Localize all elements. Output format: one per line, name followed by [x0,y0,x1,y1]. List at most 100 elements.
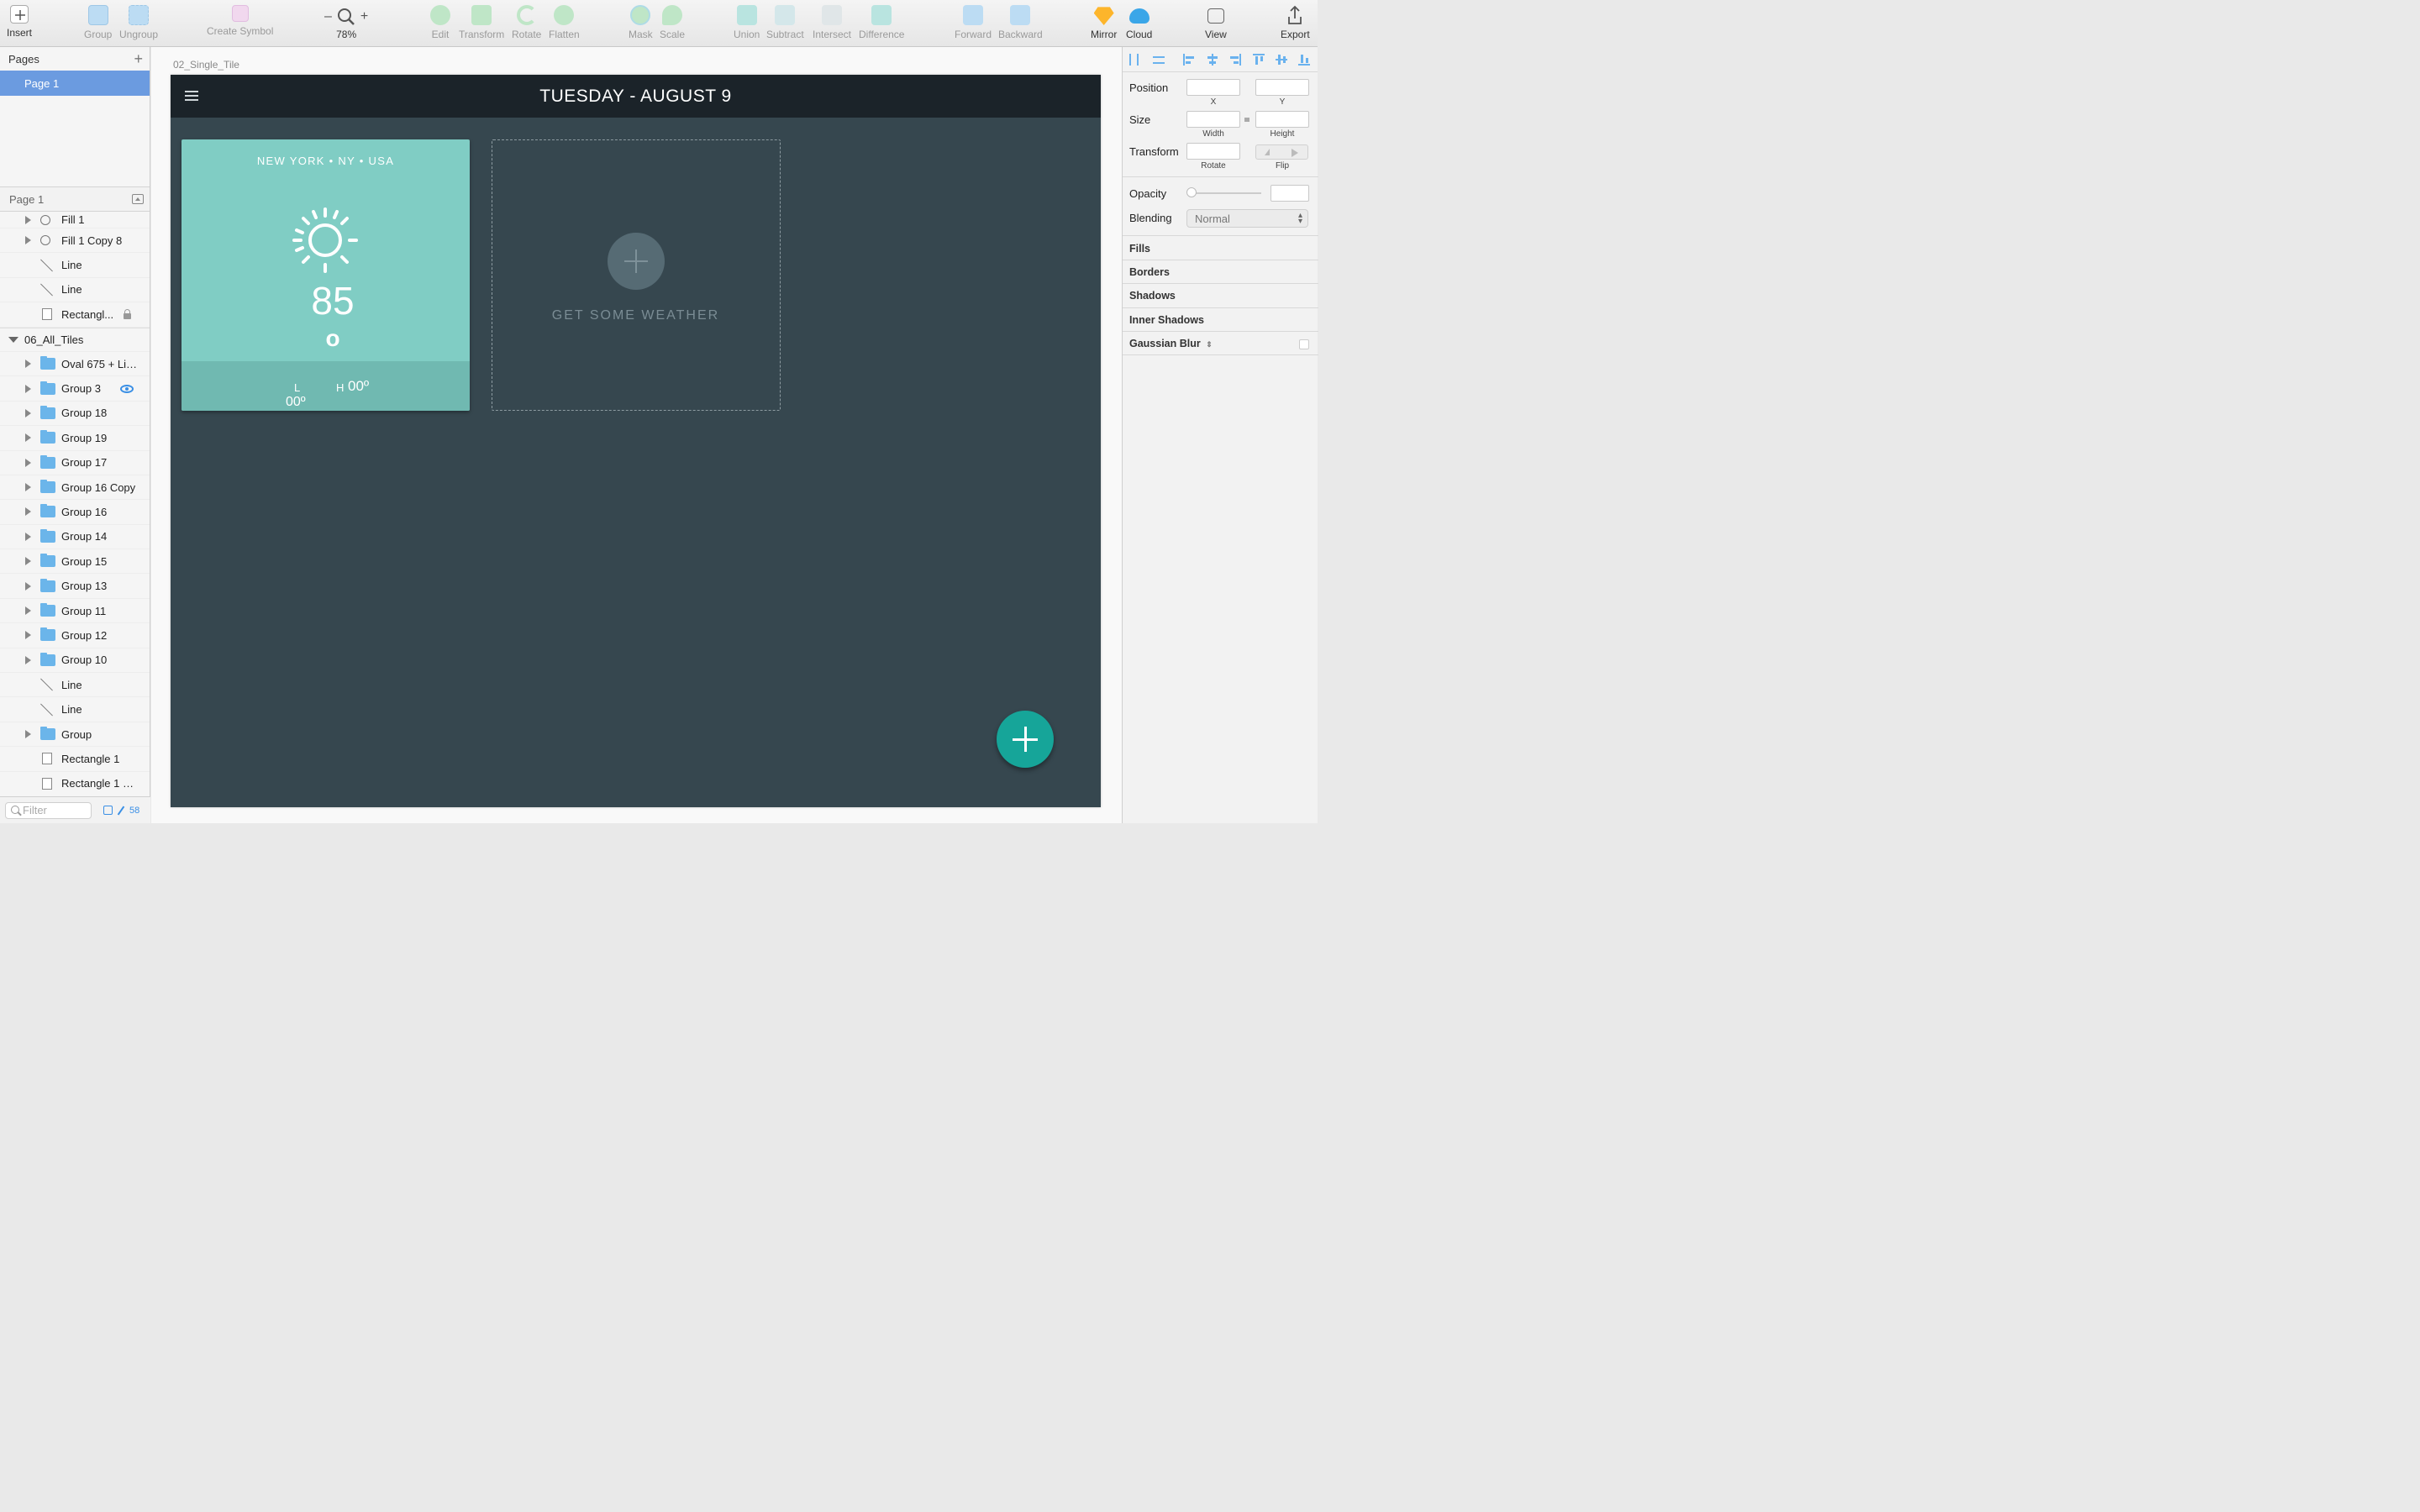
difference-button[interactable]: Difference [859,5,904,44]
distribute-horizontal-icon[interactable] [1128,54,1140,66]
disclosure-arrow-icon[interactable] [25,507,31,517]
scale-button[interactable]: Scale [660,5,685,44]
align-center-icon[interactable] [1207,54,1218,66]
layer-row[interactable]: Group 19 [0,426,150,451]
layer-row[interactable]: Group 16 Copy [0,475,150,501]
disclosure-arrow-icon[interactable] [25,532,31,541]
cloud-button[interactable]: Cloud [1126,5,1152,44]
flip-buttons[interactable] [1255,144,1308,160]
slices-filter-icon[interactable] [117,806,125,815]
layer-row[interactable]: Rectangl... [0,302,150,328]
opacity-field[interactable] [1270,185,1309,202]
layer-row[interactable]: Oval 675 + Lin... [0,352,150,377]
position-y-field[interactable] [1255,79,1309,96]
canvas[interactable]: 02_Single_Tile TUESDAY - AUGUST 9 NEW YO… [151,47,1122,823]
flatten-button[interactable]: Flatten [549,5,580,44]
layer-row[interactable]: Group 17 [0,451,150,475]
transform-button[interactable]: Transform [459,5,504,44]
disclosure-arrow-icon[interactable] [25,384,31,393]
page-item-1[interactable]: Page 1 [0,71,150,96]
disclosure-arrow-icon[interactable] [25,557,31,566]
add-fab-button[interactable] [997,711,1054,768]
export-button[interactable]: Export [1281,5,1310,44]
blending-select[interactable]: Normal ▴ ▾ [1186,209,1308,228]
layer-row[interactable]: Group 11 [0,599,150,624]
gaussian-blur-checkbox[interactable] [1299,339,1309,349]
forward-button[interactable]: Forward [955,5,992,44]
align-top-icon[interactable] [1253,54,1265,66]
weather-tile[interactable]: NEW YORK • NY • USA 85 o L 00º H 00º [182,139,470,411]
backward-button[interactable]: Backward [998,5,1043,44]
lock-icon[interactable] [124,309,131,320]
align-right-icon[interactable] [1229,54,1241,66]
disclosure-arrow-icon[interactable] [25,581,31,591]
disclosure-arrow-icon[interactable] [25,655,31,664]
position-x-field[interactable] [1186,79,1240,96]
layer-row[interactable]: Rectangle 1 [0,747,150,772]
align-left-icon[interactable] [1183,54,1195,66]
union-button[interactable]: Union [734,5,760,44]
mirror-button[interactable]: Mirror [1091,5,1117,44]
layer-row[interactable]: Group 3 [0,376,150,402]
add-location-icon[interactable] [608,233,665,290]
opacity-slider-handle[interactable] [1186,187,1197,197]
artboard[interactable]: TUESDAY - AUGUST 9 NEW YORK • NY • USA 8… [171,75,1101,807]
layer-row[interactable]: Line [0,673,150,698]
layer-row[interactable]: Line [0,697,150,722]
disclosure-arrow-icon[interactable] [25,483,31,492]
disclosure-arrow-icon[interactable] [25,458,31,467]
edit-button[interactable]: Edit [430,5,450,44]
disclosure-arrow-icon[interactable] [25,433,31,443]
layer-row[interactable]: Group 14 [0,525,150,550]
disclosure-arrow-icon[interactable] [25,730,31,738]
layer-row[interactable]: Group 16 [0,500,150,525]
disclosure-arrow-icon[interactable] [25,408,31,417]
symbols-filter-icon[interactable] [103,806,113,815]
layer-row[interactable]: Group 10 [0,648,150,674]
empty-tile[interactable]: GET SOME WEATHER [492,139,781,411]
width-field[interactable] [1186,111,1240,128]
eye-icon[interactable] [120,384,134,393]
fills-section[interactable]: Fills [1129,243,1150,255]
layer-row[interactable]: Group [0,722,150,748]
layer-row[interactable]: Group 13 [0,574,150,599]
collapse-icon[interactable] [132,194,144,204]
layer-row[interactable]: Group 18 [0,402,150,427]
disclosure-arrow-icon[interactable] [8,336,18,343]
rotate-button[interactable]: Rotate [512,5,541,44]
artboard-label[interactable]: 02_Single_Tile [173,59,239,71]
layer-row[interactable]: Group 12 [0,623,150,648]
create-symbol-button[interactable]: Create Symbol [207,5,273,44]
distribute-vertical-icon[interactable] [1153,54,1165,66]
borders-section[interactable]: Borders [1129,266,1170,278]
view-button[interactable]: View [1205,5,1227,44]
layer-row[interactable]: Fill 1 Copy 8 [0,228,150,254]
inner-shadows-section[interactable]: Inner Shadows [1129,314,1204,326]
group-button[interactable]: Group [84,5,112,44]
intersect-button[interactable]: Intersect [813,5,851,44]
align-middle-icon[interactable] [1276,54,1287,66]
ungroup-button[interactable]: Ungroup [119,5,158,44]
layer-row[interactable]: Line [0,253,150,278]
shadows-section[interactable]: Shadows [1129,290,1176,302]
layer-row[interactable]: Rectangle 1 Co... [0,772,150,795]
layer-row[interactable]: Line [0,278,150,303]
rotate-field[interactable] [1186,143,1240,160]
gaussian-blur-section[interactable]: Gaussian Blur ⇕ [1129,338,1213,349]
disclosure-arrow-icon[interactable] [25,215,31,224]
layer-row[interactable]: Fill 1 [0,212,150,228]
blur-type-arrows-icon[interactable]: ⇕ [1206,340,1213,349]
align-bottom-icon[interactable] [1298,54,1310,66]
disclosure-arrow-icon[interactable] [25,606,31,616]
mask-button[interactable]: Mask [629,5,653,44]
subtract-button[interactable]: Subtract [766,5,804,44]
disclosure-arrow-icon[interactable] [25,631,31,640]
opacity-slider[interactable] [1188,192,1261,194]
layer-row[interactable]: Group 15 [0,549,150,575]
artboard-row[interactable]: 06_All_Tiles [0,327,150,352]
height-field[interactable] [1255,111,1309,128]
zoom-out-button[interactable]: – [324,9,332,24]
disclosure-arrow-icon[interactable] [25,360,31,369]
zoom-in-button[interactable]: + [360,9,368,24]
insert-button[interactable]: Insert [7,5,32,44]
